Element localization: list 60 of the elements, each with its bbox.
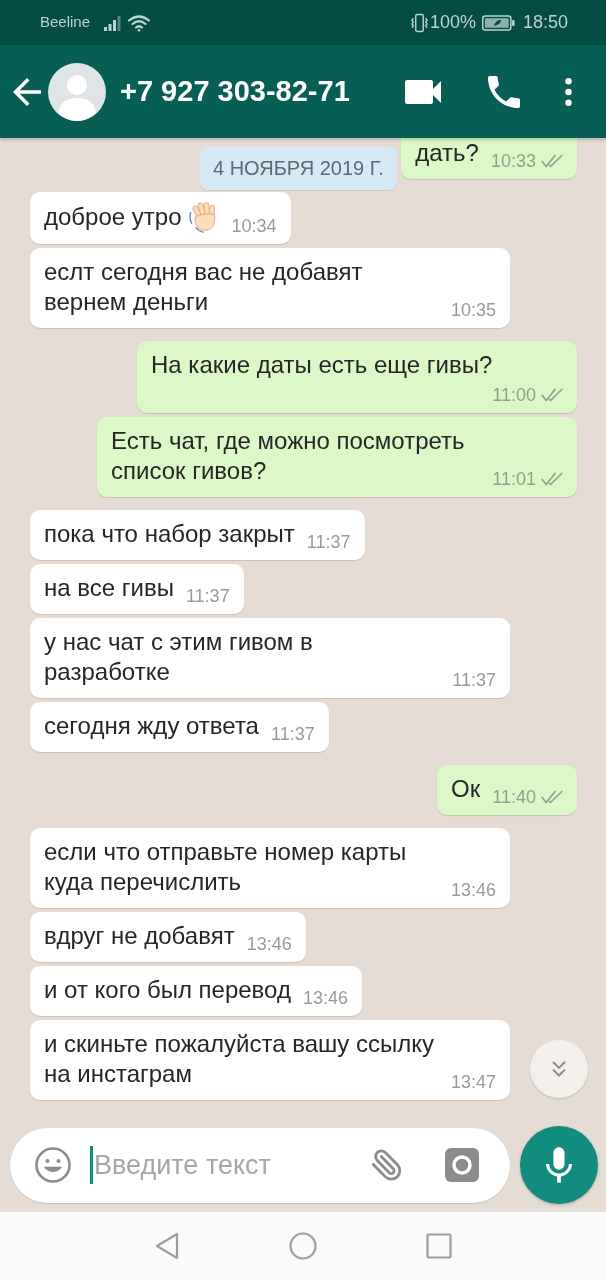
message-time: 11:37 [270,723,315,745]
message-text: вдруг не добавят [44,921,235,951]
vibrate-icon [410,12,428,33]
voice-message-button[interactable] [520,1126,598,1204]
voice-call-button[interactable] [487,73,521,110]
message-text: дать? [415,138,479,168]
battery-icon [481,14,515,31]
message-text: на все гивы [44,573,174,603]
message-time: 11:01 [492,468,536,490]
paperclip-icon [370,1148,404,1182]
triangle-back-icon [155,1232,179,1260]
message-text: На какие даты есть еще гивы? [151,350,493,380]
carrier-name: Beeline [40,12,91,33]
message-text: сегодня жду ответа [44,711,259,741]
message-text: Ок [451,774,481,804]
message-time: 13:46 [450,879,496,901]
camera-icon [445,1148,479,1182]
video-camera-icon [405,79,441,104]
message-time: 13:46 [246,933,292,955]
back-button[interactable] [12,76,42,107]
battery-percent: 100% [429,11,476,34]
message-time: 10:35 [450,299,496,321]
message-input-field[interactable]: Введите текст [94,1144,368,1186]
home-nav-button[interactable] [289,1232,317,1260]
recents-nav-button[interactable] [425,1232,453,1260]
message-time: 11:37 [185,585,230,607]
contact-name[interactable]: +7 927 303-82-71 [120,69,350,114]
message-text: еслт сегодня вас не добавят вернем деньги [44,257,363,317]
more-vertical-icon [564,77,572,106]
circle-home-icon [289,1232,317,1260]
message-text: Есть чат, где можно посмотреть список гивов? [111,426,465,486]
signal-icon [104,14,122,31]
message-time: 11:40 [492,786,536,808]
message-time: 10:33 [490,150,536,172]
phone-icon [488,75,520,108]
message-text: у нас чат с этим гивом в разработке [44,627,313,687]
camera-button[interactable] [444,1147,480,1183]
back-nav-button[interactable] [153,1232,181,1260]
message-text: и от кого был перевод [44,975,291,1005]
message-text: пока что набор закрыт [44,519,295,549]
composer-bar[interactable]: Введите текст [10,1127,510,1203]
message-time: 11:37 [306,531,351,553]
emoji-button[interactable] [34,1146,72,1184]
message-time: 11:37 [452,669,496,691]
message-time: 11:00 [492,384,536,406]
message-text: если что отправьте номер карты куда перечислить [44,837,407,897]
microphone-icon [546,1147,572,1183]
wifi-icon [127,13,152,32]
date-label: 4 НОЯБРЯ 2019 Г. [200,147,397,190]
message-time: 13:46 [302,987,348,1009]
message-text: и скиньте пожалуйста вашу ссылку на инстаграм [44,1029,434,1089]
message-time: 13:47 [450,1071,496,1093]
cursor-icon [90,1146,93,1184]
smiley-icon [34,1146,72,1184]
avatar-icon[interactable] [48,62,106,121]
square-recents-icon [426,1233,452,1259]
clock-time: 18:50 [522,11,568,34]
message-text: доброе утро [44,202,182,232]
message-time: 10:34 [231,215,277,237]
back-arrow-icon [13,77,41,106]
